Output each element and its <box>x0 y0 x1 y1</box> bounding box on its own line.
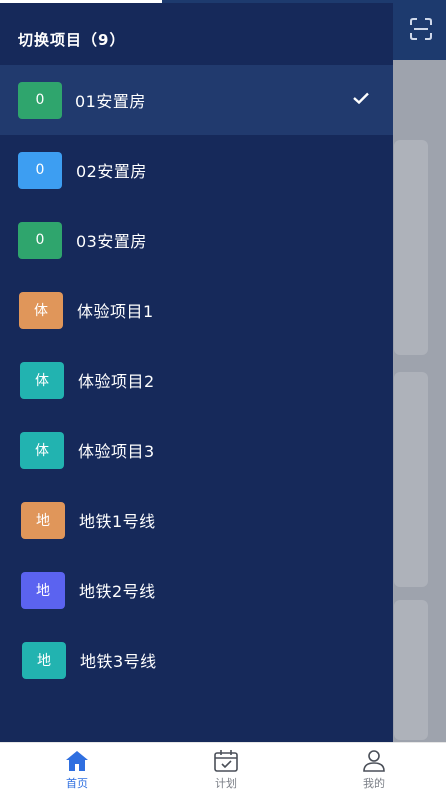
project-item-08[interactable]: 地 地铁2号线 <box>0 555 393 625</box>
project-name: 地铁1号线 <box>79 512 156 531</box>
project-item-03[interactable]: 0 03安置房 <box>0 205 393 275</box>
project-item-06[interactable]: 体 体验项目3 <box>0 415 393 485</box>
project-badge: 体 <box>20 361 64 399</box>
project-switch-drawer: 切换项目（9） 0 01安置房 0 02安置房 0 03安置房 体 体验项目1 … <box>0 3 393 742</box>
project-name: 02安置房 <box>76 162 147 181</box>
project-name: 体验项目3 <box>78 442 155 461</box>
project-item-04[interactable]: 体 体验项目1 <box>0 275 393 345</box>
project-item-09[interactable]: 地 地铁3号线 <box>0 625 393 695</box>
project-item-07[interactable]: 地 地铁1号线 <box>0 485 393 555</box>
project-name: 地铁3号线 <box>80 652 157 671</box>
project-name: 01安置房 <box>75 92 146 111</box>
checkmark-icon <box>353 92 369 104</box>
project-list: 0 01安置房 0 02安置房 0 03安置房 体 体验项目1 体 体验项目2 … <box>0 65 393 695</box>
project-item-02[interactable]: 0 02安置房 <box>0 135 393 205</box>
nav-label: 计划 <box>215 777 237 790</box>
project-badge: 地 <box>22 641 66 679</box>
project-name: 体验项目2 <box>78 372 155 391</box>
drawer-title: 切换项目（9） <box>18 31 126 49</box>
project-name: 03安置房 <box>76 232 147 251</box>
project-badge: 地 <box>21 571 65 609</box>
user-icon <box>363 750 385 772</box>
project-item-05[interactable]: 体 体验项目2 <box>0 345 393 415</box>
scan-button[interactable] <box>406 14 436 44</box>
project-name: 地铁2号线 <box>79 582 156 601</box>
background-card <box>394 140 428 355</box>
home-icon <box>66 751 88 771</box>
project-badge: 地 <box>21 501 65 539</box>
project-badge: 0 <box>18 151 62 189</box>
nav-label: 首页 <box>66 777 88 790</box>
background-card <box>394 600 428 740</box>
project-name: 体验项目1 <box>77 302 154 321</box>
nav-home[interactable]: 首页 <box>17 743 137 795</box>
nav-plan[interactable]: 计划 <box>166 743 286 795</box>
nav-mine[interactable]: 我的 <box>314 743 434 795</box>
project-badge: 0 <box>18 81 62 119</box>
bottom-navigation: 首页 计划 我的 <box>0 742 446 795</box>
background-card <box>394 372 428 587</box>
project-badge: 体 <box>19 291 63 329</box>
nav-label: 我的 <box>363 777 385 790</box>
calendar-icon <box>214 750 238 772</box>
project-item-01[interactable]: 0 01安置房 <box>0 65 393 135</box>
project-badge: 体 <box>20 431 64 469</box>
project-badge: 0 <box>18 221 62 259</box>
scan-icon <box>410 18 432 40</box>
